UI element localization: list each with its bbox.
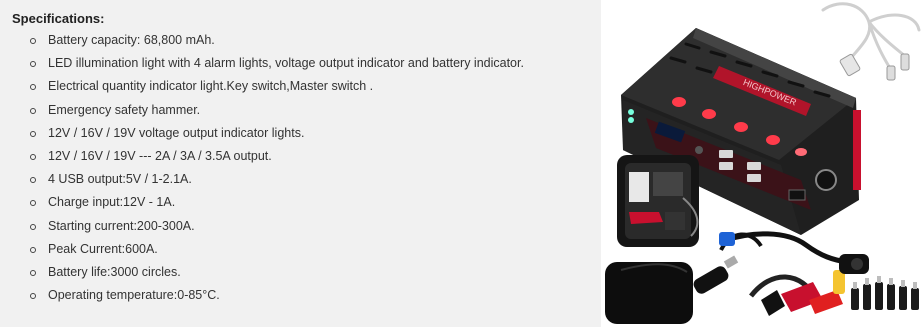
spec-text: Emergency safety hammer.	[48, 102, 201, 117]
spec-item: Battery capacity: 68,800 mAh.	[0, 29, 601, 52]
extension-cable-icon	[719, 231, 869, 274]
bullet-icon	[30, 84, 36, 91]
usb-cable-icon	[821, 2, 921, 81]
jumper-clamp-icon	[749, 270, 845, 316]
spec-item: LED illumination light with 4 alarm ligh…	[0, 52, 601, 75]
bullet-icon	[30, 107, 36, 114]
spec-text: Battery capacity: 68,800 mAh.	[48, 33, 215, 47]
closed-case-icon	[605, 262, 693, 324]
spec-item: 4 USB output:5V / 1-2.1A.	[0, 168, 601, 191]
spec-item: Emergency safety hammer.	[0, 99, 601, 122]
connector-tips-icon	[851, 276, 919, 310]
spec-text: LED illumination light with 4 alarm ligh…	[48, 56, 524, 71]
spec-item: Electrical quantity indicator light.Key …	[0, 75, 601, 98]
spec-item: Battery life:3000 circles.	[0, 261, 601, 284]
spec-text: 4 USB output:5V / 1-2.1A.	[48, 172, 192, 187]
carry-case-icon	[617, 155, 699, 247]
spec-text: Charge input:12V - 1A.	[48, 195, 176, 210]
spec-item: Charge input:12V - 1A.	[0, 191, 601, 214]
bullet-icon	[30, 223, 36, 230]
bullet-icon	[30, 293, 36, 300]
specifications-panel: Specifications: Battery capacity: 68,800…	[0, 0, 601, 327]
bullet-icon	[30, 177, 36, 184]
spec-text: Peak Current:600A.	[48, 241, 158, 256]
bullet-icon	[30, 153, 36, 160]
spec-text: Electrical quantity indicator light.Key …	[48, 79, 374, 94]
jump-starter-kit-illustration: HIGHPOWER	[605, 2, 921, 324]
spec-text: 12V / 16V / 19V --- 2A / 3A / 3.5A outpu…	[48, 148, 272, 163]
spec-text: 12V / 16V / 19V voltage output indicator…	[48, 125, 305, 140]
spec-text: Operating temperature:0-85°C.	[48, 288, 220, 303]
spec-item: Peak Current:600A.	[0, 238, 601, 261]
spec-item: Operating temperature:0-85°C.	[0, 284, 601, 307]
bullet-icon	[30, 246, 36, 253]
bullet-icon	[30, 38, 36, 44]
spec-text: Starting current:200-300A.	[48, 218, 195, 233]
bullet-icon	[30, 61, 36, 68]
specifications-title: Specifications:	[12, 11, 105, 26]
spec-item: 12V / 16V / 19V --- 2A / 3A / 3.5A outpu…	[0, 145, 601, 168]
bullet-icon	[30, 130, 36, 137]
product-image: HIGHPOWER	[601, 0, 922, 327]
bullet-icon	[30, 200, 36, 207]
spec-item: 12V / 16V / 19V voltage output indicator…	[0, 122, 601, 145]
spec-item: Starting current:200-300A.	[0, 215, 601, 238]
spec-text: Battery life:3000 circles.	[48, 264, 181, 279]
bullet-icon	[30, 269, 36, 276]
specifications-list: Battery capacity: 68,800 mAh. LED illumi…	[0, 29, 601, 307]
